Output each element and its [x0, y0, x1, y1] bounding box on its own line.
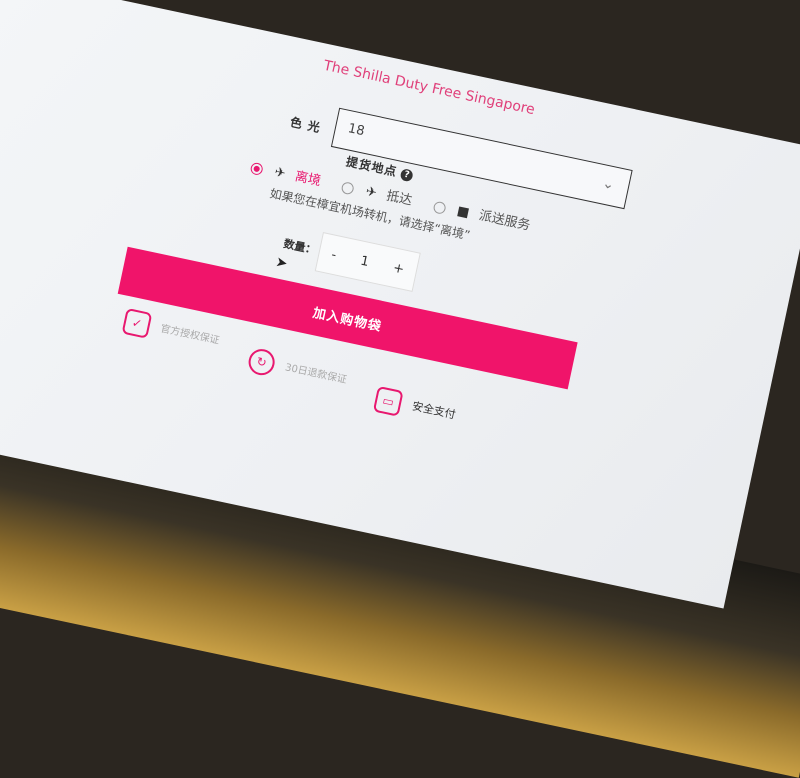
phone-authorization-icon: ✓ [121, 307, 153, 339]
increment-button[interactable]: + [392, 260, 406, 277]
reward-points: 可获得樟宜奖励积分:40? [359, 0, 539, 24]
feature-authorized: ✓ 官方授权保证 [121, 307, 222, 354]
help-icon[interactable]: ? [399, 167, 414, 182]
feature-label: 30日退款保证 [284, 362, 348, 387]
delivery-truck-icon: ■ [455, 203, 471, 221]
mouse-cursor-icon: ➤ [274, 254, 289, 273]
pickup-option-label: 离境 [293, 169, 323, 190]
refund-cycle-icon: ↻ [246, 346, 278, 378]
color-label: 色光 [288, 114, 327, 137]
pickup-option-departure[interactable]: ✈ 离境 [249, 156, 323, 189]
quantity-value[interactable]: 1 [359, 253, 370, 269]
quantity-label: 数量： [282, 237, 318, 257]
color-value: 18 [346, 121, 366, 140]
feature-refund: ↻ 30日退款保证 [246, 346, 349, 393]
radio-button[interactable] [340, 180, 356, 195]
departure-plane-icon: ✈ [272, 164, 287, 182]
help-icon[interactable]: ? [523, 7, 538, 23]
points-label: 可获得樟宜奖励积分: [359, 0, 500, 16]
feature-label: 安全支付 [410, 399, 457, 422]
secure-card-icon: ▭ [372, 385, 404, 417]
retailer-label: 零售商 [397, 46, 439, 68]
pickup-option-label: 抵达 [384, 188, 414, 209]
radio-button[interactable] [432, 200, 447, 215]
quantity-stepper: - 1 + [314, 232, 421, 292]
pickup-option-label: 派送服务 [477, 208, 532, 234]
points-value: 40 [503, 2, 523, 21]
radio-button-selected[interactable] [249, 161, 264, 176]
feature-secure-payment: ▭ 安全支付 [372, 385, 458, 428]
feature-label: 官方授权保证 [159, 323, 221, 347]
arrival-plane-icon: ✈ [364, 184, 379, 202]
divider [402, 19, 449, 30]
decrement-button[interactable]: - [330, 247, 338, 263]
chevron-down-icon: ⌄ [600, 175, 616, 194]
